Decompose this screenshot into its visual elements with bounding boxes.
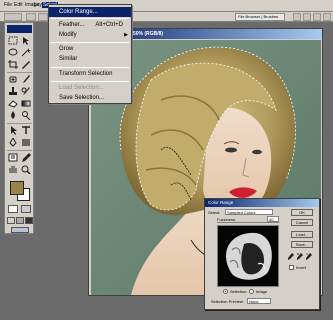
menu-item-transform-selection[interactable]: Transform Selection — [49, 69, 131, 79]
eraser-tool-icon[interactable] — [7, 98, 19, 109]
history-brush-icon[interactable] — [20, 86, 32, 97]
screen-mode-standard-icon[interactable] — [7, 217, 15, 224]
tool-preset-button[interactable] — [4, 13, 22, 21]
color-range-dialog: Color Range Select: Sampled Colors Fuzzi… — [204, 198, 320, 310]
menu-item-modify[interactable]: Modify ▶ — [49, 30, 131, 40]
select-label: Select: — [208, 210, 221, 215]
brush-tool-icon[interactable] — [20, 74, 32, 85]
screen-mode-full-icon[interactable] — [25, 217, 33, 224]
type-tool-icon[interactable] — [20, 125, 32, 136]
menu-divider — [51, 67, 129, 68]
close-button[interactable] — [323, 13, 331, 21]
menu-item-label: Color Range... — [59, 9, 98, 15]
notes-tool-icon[interactable] — [7, 152, 19, 163]
ok-button[interactable]: OK — [291, 209, 313, 216]
eyedropper-icon[interactable] — [20, 152, 32, 163]
minimize-button[interactable] — [293, 13, 301, 21]
menu-item-load-selection: Load Selection... — [49, 83, 131, 93]
selection-preview-dropdown[interactable]: None — [247, 298, 271, 304]
toolbox-divider — [7, 72, 32, 73]
marquee-tool-icon[interactable] — [7, 35, 19, 46]
foreground-color-swatch[interactable] — [10, 181, 24, 195]
quick-mask-icon[interactable] — [21, 205, 31, 213]
healing-brush-icon[interactable] — [7, 74, 19, 85]
menu-divider — [51, 18, 129, 19]
toolbox-divider — [7, 150, 32, 151]
mask-preview-image — [218, 226, 278, 286]
palette-well[interactable]: File Browser | Brushes — [235, 13, 285, 21]
eyedropper-icon[interactable] — [287, 253, 294, 260]
image-radio-label: Image — [256, 289, 268, 294]
lasso-tool-icon[interactable] — [7, 47, 19, 58]
standard-mode-icon[interactable] — [8, 205, 18, 213]
save-button[interactable]: Save... — [291, 241, 313, 248]
selection-preview — [217, 225, 279, 287]
magic-wand-icon[interactable] — [20, 47, 32, 58]
eyedropper-plus-icon[interactable] — [296, 253, 303, 260]
move-tool-icon[interactable] — [20, 35, 32, 46]
clone-stamp-icon[interactable] — [7, 86, 19, 97]
menu-item-label: Modify — [59, 32, 77, 38]
dodge-tool-icon[interactable] — [20, 110, 32, 121]
fuzziness-slider[interactable] — [217, 222, 279, 223]
toolbox — [4, 22, 34, 234]
menu-item-label: Grow — [59, 46, 74, 52]
pen-tool-icon[interactable] — [7, 137, 19, 148]
invert-checkbox[interactable] — [289, 265, 294, 270]
eyedropper-minus-icon[interactable] — [305, 253, 312, 260]
menu-edit[interactable]: Edit — [14, 2, 23, 8]
menu-item-label: Load Selection... — [59, 85, 104, 91]
menu-item-save-selection[interactable]: Save Selection... — [49, 93, 131, 103]
add-selection-button[interactable] — [38, 13, 48, 21]
menu-item-grow[interactable]: Grow — [49, 44, 131, 54]
blur-tool-icon[interactable] — [7, 110, 19, 121]
menu-divider — [51, 42, 129, 43]
menu-item-label: Save Selection... — [59, 95, 105, 101]
select-dropdown[interactable]: Sampled Colors — [225, 209, 273, 215]
path-select-icon[interactable] — [7, 125, 19, 136]
menu-divider — [51, 81, 129, 82]
selection-radio-label: Selection — [230, 289, 247, 294]
menu-file[interactable]: File — [4, 2, 12, 8]
gradient-tool-icon[interactable] — [20, 98, 32, 109]
menu-item-label: Transform Selection — [59, 71, 113, 77]
shape-tool-icon[interactable] — [20, 137, 32, 148]
slice-tool-icon[interactable] — [20, 59, 32, 70]
selection-radio[interactable] — [223, 289, 228, 294]
jump-to-imageready-icon[interactable] — [11, 227, 29, 233]
menu-item-shortcut: Alt+Ctrl+D — [95, 22, 123, 28]
toolbox-divider — [7, 123, 32, 124]
new-selection-button[interactable] — [26, 13, 36, 21]
maximize-button[interactable] — [303, 13, 311, 21]
menu-item-label: Similar — [59, 56, 78, 62]
select-value: Sampled Colors — [227, 210, 256, 215]
menu-item-similar[interactable]: Similar — [49, 54, 131, 64]
zoom-tool-icon[interactable] — [20, 164, 32, 175]
dialog-title: Color Range — [205, 199, 319, 207]
cancel-button[interactable]: Cancel — [291, 219, 313, 226]
select-menu-dropdown: Color Range... Feather... Alt+Ctrl+D Modi… — [48, 4, 132, 104]
toolbox-header — [7, 25, 32, 33]
selection-preview-value: None — [249, 299, 259, 304]
screen-mode-full-menu-icon[interactable] — [16, 217, 24, 224]
crop-tool-icon[interactable] — [7, 59, 19, 70]
hand-tool-icon[interactable] — [7, 164, 19, 175]
selection-preview-label: Selection Preview: — [211, 299, 244, 304]
restore-button[interactable] — [313, 13, 321, 21]
menu-item-color-range[interactable]: Color Range... — [49, 7, 131, 17]
load-button[interactable]: Load... — [291, 231, 313, 238]
image-radio[interactable] — [249, 289, 254, 294]
menu-item-label: Feather... — [59, 22, 85, 28]
invert-label: Invert — [296, 265, 307, 270]
submenu-arrow-icon: ▶ — [124, 32, 128, 38]
menu-item-feather[interactable]: Feather... Alt+Ctrl+D — [49, 20, 131, 30]
